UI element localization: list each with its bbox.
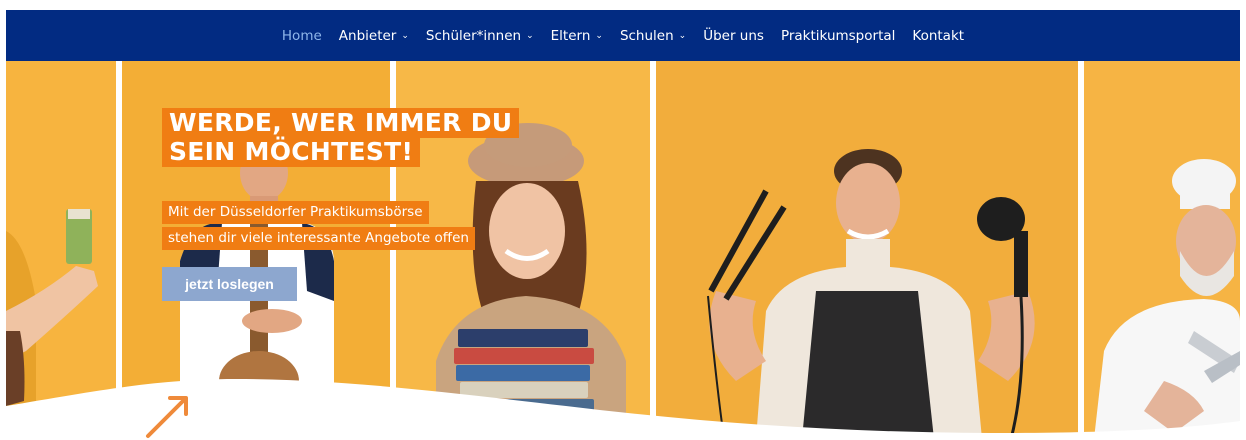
nav-item-kontakt[interactable]: Kontakt xyxy=(912,28,964,44)
nav-label: Home xyxy=(281,27,322,44)
chevron-down-icon: ⌄ xyxy=(401,31,409,41)
chevron-down-icon: ⌄ xyxy=(526,31,534,41)
nav-label: Schulen xyxy=(619,27,674,44)
nav-item-praktikumsportal[interactable]: Praktikumsportal xyxy=(781,28,895,44)
nav-label: Über uns xyxy=(703,27,764,44)
nav-item-eltern[interactable]: Eltern ⌄ xyxy=(551,28,603,44)
subtext: Mit der Düsseldorfer Praktikumsbörse xyxy=(162,201,429,224)
nav-menu: Home Anbieter ⌄ Schüler*innen ⌄ Eltern ⌄ Sc… xyxy=(6,10,1240,61)
nav-item-schuelerinnen[interactable]: Schüler*innen ⌄ xyxy=(426,28,534,44)
hero-subtext-line-1: Mit der Düsseldorfer Praktikumsbörse xyxy=(162,201,429,224)
hero-headline: WERDE, WER IMMER DU SEIN MÖCHTEST! xyxy=(162,108,520,167)
hero-subtext-line-2: stehen dir viele interessante Angebote o… xyxy=(162,227,475,250)
nav-label: Kontakt xyxy=(912,27,965,44)
arrow-up-right-icon xyxy=(146,396,188,438)
nav-item-anbieter[interactable]: Anbieter ⌄ xyxy=(339,28,409,44)
chevron-down-icon: ⌄ xyxy=(678,31,687,41)
top-navigation-bar: Home Anbieter ⌄ Schüler*innen ⌄ Eltern ⌄ Sc… xyxy=(6,10,1240,61)
headline-line-1: WERDE, WER IMMER DU xyxy=(162,108,520,138)
nav-item-home[interactable]: Home xyxy=(282,28,322,44)
nav-item-schulen[interactable]: Schulen ⌄ xyxy=(620,28,686,44)
nav-label: Anbieter xyxy=(338,27,397,44)
nav-item-ueber-uns[interactable]: Über uns xyxy=(703,28,764,44)
nav-label: Praktikumsportal xyxy=(780,27,896,44)
chevron-down-icon: ⌄ xyxy=(595,31,603,41)
nav-label: Eltern xyxy=(550,27,591,44)
subtext: stehen dir viele interessante Angebote o… xyxy=(162,227,475,250)
get-started-button[interactable]: jetzt loslegen xyxy=(162,267,297,301)
nav-label: Schüler*innen xyxy=(425,27,522,44)
headline-line-2: SEIN MÖCHTEST! xyxy=(162,137,421,167)
